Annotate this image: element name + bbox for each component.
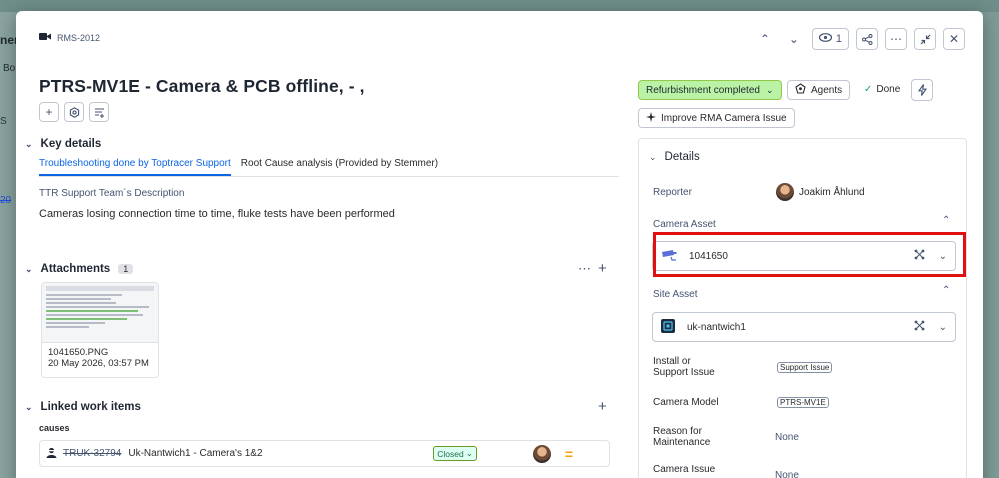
reporter-name: Joakim Åhlund: [799, 186, 865, 198]
key-details-header[interactable]: ⌄ Key details: [25, 138, 101, 150]
install-label: Install or Support Issue: [653, 356, 715, 378]
chevron-down-icon: ⌄: [25, 138, 33, 149]
camera-issue-label: Camera Issue: [653, 464, 716, 475]
chevron-down-icon: ⌄: [25, 401, 33, 412]
attachments-count: 1: [118, 264, 134, 274]
attachment-file-name: 1041650.PNG: [48, 347, 109, 358]
linked-items-heading: Linked work items: [40, 401, 141, 413]
expand-nodes-icon[interactable]: [914, 320, 925, 334]
status-badge-label: Closed: [437, 448, 464, 459]
install-label-line1: Install or: [653, 356, 691, 367]
avatar: [776, 183, 794, 201]
linked-items-header[interactable]: ⌄ Linked work items: [25, 401, 141, 413]
chevron-down-icon[interactable]: ⌄: [783, 28, 805, 50]
issue-toolbar: +: [39, 102, 109, 122]
more-icon[interactable]: ⋯: [578, 261, 592, 277]
breadcrumb: RMS-2012: [39, 32, 100, 43]
share-icon[interactable]: [856, 28, 878, 50]
tab-troubleshooting[interactable]: Troubleshooting done by Toptracer Suppor…: [39, 157, 231, 176]
background-sidebar: [0, 12, 16, 478]
agent-avatar-icon: [46, 447, 57, 461]
chevron-up-icon[interactable]: ⌃: [942, 215, 950, 226]
attachment-date: 20 May 2026, 03:57 PM: [48, 358, 149, 369]
attachment-thumbnail: [42, 283, 158, 343]
camera-asset-label: Camera Asset: [653, 219, 716, 230]
improve-button[interactable]: Improve RMA Camera Issue: [638, 108, 795, 128]
key-details-heading: Key details: [40, 138, 102, 150]
chevron-down-icon: ⌄: [765, 84, 774, 95]
reporter-value[interactable]: Joakim Åhlund: [776, 183, 865, 201]
site-asset-value: uk-nantwich1: [687, 321, 746, 333]
sparkle-icon: [646, 111, 656, 125]
highlight-box: [653, 232, 966, 277]
agents-icon: [795, 83, 806, 97]
reporter-label: Reporter: [653, 187, 692, 198]
eye-icon: [818, 33, 832, 45]
status-badge[interactable]: Closed ⌄: [433, 446, 477, 461]
issue-key-link[interactable]: RMS-2012: [57, 33, 100, 43]
description-value[interactable]: Cameras losing connection time to time, …: [39, 208, 395, 220]
attachment-card[interactable]: 1041650.PNG 20 May 2026, 03:57 PM: [41, 282, 159, 378]
site-asset-icon: [661, 318, 675, 336]
reason-label: Reason for Maintenance: [653, 426, 710, 448]
reason-value[interactable]: None: [775, 432, 799, 443]
more-icon[interactable]: ⋯: [885, 28, 907, 50]
chevron-down-icon: ⌄: [649, 151, 657, 162]
improve-label: Improve RMA Camera Issue: [661, 112, 787, 124]
avatar: [532, 444, 551, 463]
attachments-header[interactable]: ⌄ Attachments 1: [25, 263, 134, 275]
modal-actions: ⌃ ⌄ 1 ⋯ ✕: [754, 28, 965, 50]
tab-root-cause[interactable]: Root Cause analysis (Provided by Stemmer…: [241, 157, 438, 176]
linked-item-key[interactable]: TRUK-32794: [63, 448, 121, 459]
plus-icon[interactable]: +: [39, 102, 59, 122]
link-group-label: causes: [39, 423, 70, 433]
status-dropdown[interactable]: Refurbishment completed ⌄: [638, 80, 782, 100]
install-label-line2: Support Issue: [653, 367, 715, 378]
chevron-up-icon[interactable]: ⌃: [754, 28, 776, 50]
close-icon[interactable]: ✕: [943, 28, 965, 50]
list-add-icon[interactable]: [89, 102, 109, 122]
attachments-heading: Attachments: [40, 263, 111, 275]
camera-model-value[interactable]: PTRS-MV1E: [777, 397, 829, 408]
watch-count: 1: [835, 33, 842, 45]
description-label: TTR Support Team´s Description: [39, 188, 185, 199]
details-panel: ⌄ Details Reporter Joakim Åhlund Camera …: [638, 138, 967, 478]
site-asset-label: Site Asset: [653, 289, 698, 300]
details-header[interactable]: ⌄ Details: [649, 151, 700, 163]
settings-icon[interactable]: [64, 102, 84, 122]
watch-button[interactable]: 1: [811, 28, 849, 50]
minimize-icon[interactable]: [914, 28, 936, 50]
page-title[interactable]: PTRS-MV1E - Camera & PCB offline, - ,: [39, 76, 365, 97]
plus-icon[interactable]: +: [598, 398, 607, 415]
chevron-down-icon[interactable]: ⌄: [939, 322, 947, 333]
camera-model-label: Camera Model: [653, 397, 719, 408]
reason-label-line1: Reason for: [653, 426, 702, 437]
agents-label: Agents: [811, 84, 843, 96]
issue-modal: RMS-2012 ⌃ ⌄ 1 ⋯ ✕ PTRS-MV1E - Camera & …: [16, 11, 983, 478]
reason-label-line2: Maintenance: [653, 437, 711, 448]
done-button[interactable]: ✓ Done: [864, 84, 900, 95]
linked-item-row[interactable]: TRUK-32794 Uk-Nantwich1 - Camera's 1&2 C…: [39, 440, 610, 467]
chevron-up-icon[interactable]: ⌃: [942, 285, 950, 296]
status-label: Refurbishment completed: [646, 84, 760, 96]
camera-issue-value[interactable]: None: [775, 470, 799, 478]
lightning-icon[interactable]: [911, 79, 933, 101]
plus-icon[interactable]: +: [598, 260, 607, 277]
details-heading: Details: [664, 151, 700, 163]
background-search-fragment: S: [0, 116, 7, 127]
background-text-fragment: Bo: [3, 63, 16, 74]
background-link-fragment: 20: [0, 195, 12, 206]
linked-item-summary[interactable]: Uk-Nantwich1 - Camera's 1&2: [128, 448, 262, 459]
check-icon: ✓: [864, 84, 873, 95]
priority-medium-icon: =: [564, 445, 573, 462]
site-asset-field[interactable]: uk-nantwich1 ⌄: [652, 312, 956, 342]
key-details-tabs: Troubleshooting done by Toptracer Suppor…: [39, 157, 619, 177]
video-camera-icon: [39, 32, 51, 43]
chevron-down-icon: ⌄: [465, 448, 473, 458]
done-label: Done: [876, 84, 901, 95]
chevron-down-icon: ⌄: [25, 263, 33, 274]
agents-button[interactable]: Agents: [787, 80, 851, 100]
install-value[interactable]: Support Issue: [777, 362, 833, 373]
